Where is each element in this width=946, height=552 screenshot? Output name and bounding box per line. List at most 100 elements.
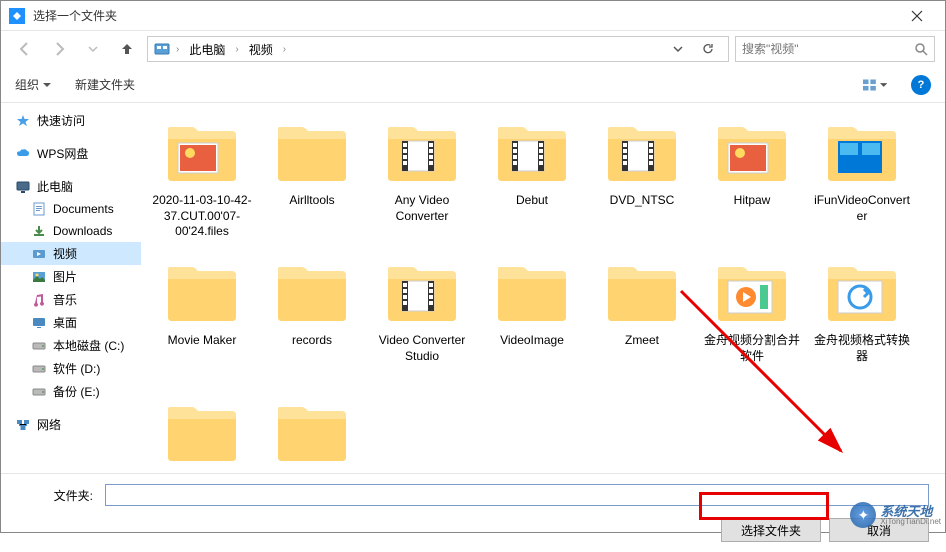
sidebar-label: 网络 [37, 416, 61, 433]
folder-name-label: 文件夹: [17, 487, 97, 504]
sidebar-item[interactable]: 本地磁盘 (C:) [1, 334, 141, 357]
breadcrumb-dropdown[interactable] [664, 35, 692, 63]
bottom-panel: 文件夹: 选择文件夹 取消 [1, 473, 945, 552]
folder-icon [382, 119, 462, 189]
sidebar-label: WPS网盘 [37, 145, 88, 162]
folder-item[interactable]: Debut [477, 113, 587, 253]
folder-item[interactable]: DVD_NTSC [587, 113, 697, 253]
folder-icon [272, 259, 352, 329]
sidebar-wps[interactable]: WPS网盘 [1, 142, 141, 165]
close-button[interactable] [897, 1, 937, 31]
folder-item[interactable]: Movie Maker [147, 253, 257, 393]
folder-item[interactable]: records [257, 253, 367, 393]
doc-icon [31, 201, 47, 217]
new-folder-button[interactable]: 新建文件夹 [75, 76, 135, 93]
cloud-icon [15, 146, 31, 162]
view-options-button[interactable] [863, 73, 887, 97]
organize-menu[interactable]: 组织 [15, 76, 51, 93]
sidebar-item[interactable]: Documents [1, 198, 141, 220]
search-input[interactable] [742, 42, 914, 56]
folder-label: 金舟视频分割合并软件 [699, 333, 805, 364]
folder-item[interactable]: 2020-11-03-10-42-37.CUT.00'07-00'24.file… [147, 113, 257, 253]
drive-icon [31, 384, 47, 400]
folder-label: Hitpaw [732, 193, 773, 209]
folder-item[interactable]: Any Video Converter [367, 113, 477, 253]
folder-label: Video Converter Studio [369, 333, 475, 364]
sidebar-item[interactable]: 视频 [1, 242, 141, 265]
sidebar-network[interactable]: 网络 [1, 413, 141, 436]
recent-dropdown[interactable] [79, 35, 107, 63]
body-area: 快速访问 WPS网盘 此电脑 Documents Downloads 视频图片音乐桌… [1, 103, 945, 473]
crumb-pc[interactable]: 此电脑 [185, 39, 229, 60]
folder-icon [272, 399, 352, 469]
window-title: 选择一个文件夹 [33, 7, 897, 24]
sidebar-item-label: 桌面 [53, 314, 77, 331]
folder-icon [162, 399, 242, 469]
content-area: 2020-11-03-10-42-37.CUT.00'07-00'24.file… [141, 103, 945, 473]
location-icon [154, 41, 170, 57]
folder-icon [822, 119, 902, 189]
folder-label: Debut [514, 193, 550, 209]
chevron-right-icon: › [174, 44, 181, 55]
sidebar-item-label: 备份 (E:) [53, 383, 100, 400]
titlebar: 选择一个文件夹 [1, 1, 945, 31]
sidebar-item-label: 本地磁盘 (C:) [53, 337, 124, 354]
sidebar-item[interactable]: Downloads [1, 220, 141, 242]
sidebar-item-label: Documents [53, 202, 114, 216]
folder-icon [712, 119, 792, 189]
network-icon [15, 417, 31, 433]
folder-label: Movie Maker [166, 333, 239, 349]
folder-item[interactable]: VideoImage [477, 253, 587, 393]
chevron-right-icon: › [281, 44, 288, 55]
forward-button[interactable] [45, 35, 73, 63]
breadcrumb[interactable]: › 此电脑 › 视频 › [147, 36, 729, 62]
crumb-video[interactable]: 视频 [245, 39, 277, 60]
monitor-icon [15, 179, 31, 195]
pic-icon [31, 269, 47, 285]
folder-icon [382, 259, 462, 329]
folder-icon [162, 119, 242, 189]
cancel-button[interactable]: 取消 [829, 518, 929, 542]
chevron-right-icon: › [233, 44, 240, 55]
folder-item[interactable] [257, 393, 367, 473]
folder-label: records [290, 333, 334, 349]
sidebar-item-label: 音乐 [53, 291, 77, 308]
help-button[interactable]: ? [911, 75, 931, 95]
refresh-button[interactable] [694, 35, 722, 63]
desktop-icon [31, 315, 47, 331]
folder-item[interactable]: iFunVideoConverter [807, 113, 917, 253]
sidebar-item[interactable]: 桌面 [1, 311, 141, 334]
folder-item[interactable]: 金舟视频分割合并软件 [697, 253, 807, 393]
sidebar-item[interactable]: 软件 (D:) [1, 357, 141, 380]
folder-item[interactable] [147, 393, 257, 473]
search-box[interactable] [735, 36, 935, 62]
folder-label: DVD_NTSC [608, 193, 677, 209]
folder-item[interactable]: Hitpaw [697, 113, 807, 253]
music-icon [31, 292, 47, 308]
sidebar-quick-access[interactable]: 快速访问 [1, 109, 141, 132]
back-button[interactable] [11, 35, 39, 63]
folder-item[interactable]: Video Converter Studio [367, 253, 477, 393]
video-icon [31, 246, 47, 262]
star-icon [15, 113, 31, 129]
folder-name-input[interactable] [105, 484, 929, 506]
sidebar-item-label: 软件 (D:) [53, 360, 100, 377]
folder-label: Zmeet [623, 333, 661, 349]
sidebar-item[interactable]: 音乐 [1, 288, 141, 311]
sidebar-this-pc[interactable]: 此电脑 [1, 175, 141, 198]
folder-item[interactable]: Zmeet [587, 253, 697, 393]
select-folder-button[interactable]: 选择文件夹 [721, 518, 821, 542]
folder-icon [822, 259, 902, 329]
folder-item[interactable]: 金舟视频格式转换器 [807, 253, 917, 393]
folder-icon [712, 259, 792, 329]
folder-item[interactable]: Airlltools [257, 113, 367, 253]
folder-icon [492, 259, 572, 329]
search-icon [914, 42, 928, 56]
filename-row: 文件夹: [17, 484, 929, 506]
up-button[interactable] [113, 35, 141, 63]
folder-label: 2020-11-03-10-42-37.CUT.00'07-00'24.file… [149, 193, 255, 240]
sidebar-item-label: 视频 [53, 245, 77, 262]
sidebar-item[interactable]: 图片 [1, 265, 141, 288]
sidebar-item-label: Downloads [53, 224, 112, 238]
sidebar-item[interactable]: 备份 (E:) [1, 380, 141, 403]
